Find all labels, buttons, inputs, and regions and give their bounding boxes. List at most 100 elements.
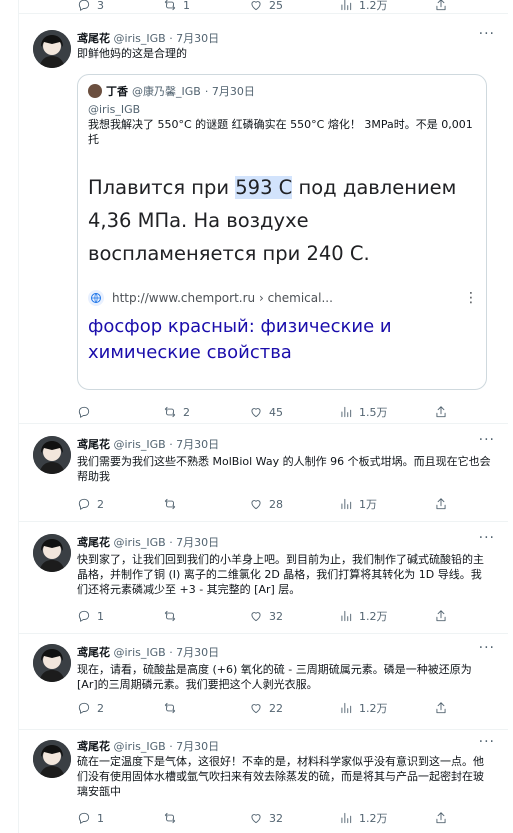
avatar[interactable] [33, 534, 71, 572]
quote-display-name: 丁香 [106, 85, 128, 98]
handle[interactable]: @iris_IGB [114, 536, 166, 549]
like-button[interactable]: 32 [249, 811, 339, 825]
more-icon[interactable]: ··· [479, 432, 495, 448]
action-bar: 2 22 1.2万 [77, 698, 492, 718]
snippet-highlight: 593 С [235, 176, 293, 199]
retweet-button[interactable] [163, 811, 249, 825]
like-button[interactable]: 28 [249, 497, 339, 511]
timestamp[interactable]: · 7月30日 [169, 438, 219, 451]
action-bar: 1 32 1.2万 [77, 808, 492, 828]
tweet-text: 即鲜他妈的这是合理的 [77, 47, 187, 60]
retweet-button[interactable]: 2 [163, 405, 249, 419]
tweet-text: 我们需要为我们这些不熟悉 MolBiol Way 的人制作 96 个板式坩埚。而… [77, 455, 491, 483]
views-button[interactable]: 1.2万 [339, 700, 434, 716]
timestamp[interactable]: · 7月30日 [169, 32, 219, 45]
like-count: 45 [269, 405, 283, 419]
reply-count: 1 [97, 811, 104, 825]
avatar[interactable] [33, 30, 71, 68]
timestamp[interactable]: · 7月30日 [169, 740, 219, 753]
share-button[interactable] [434, 497, 448, 511]
reply-button[interactable]: 2 [77, 497, 163, 511]
quote-tweet[interactable]: 丁香 @康乃馨_IGB · 7月30日 @iris_IGB 我想我解决了 550… [77, 74, 487, 390]
retweet-icon [164, 610, 176, 622]
tweet[interactable]: 鸢尾花 @iris_IGB · 7月30日 ··· 即鲜他妈的这是合理的 丁香 … [19, 14, 508, 424]
tweet[interactable]: 鸢尾花 @iris_IGB · 7月30日 ··· 快到家了，让我们回到我们的小… [19, 522, 508, 634]
share-icon [436, 498, 446, 510]
reply-count: 2 [97, 701, 104, 715]
share-button[interactable] [434, 811, 448, 825]
avatar[interactable] [33, 740, 71, 778]
handle[interactable]: @iris_IGB [114, 646, 166, 659]
retweet-button[interactable] [163, 701, 249, 715]
reply-icon [78, 702, 90, 714]
reply-icon [78, 812, 90, 824]
share-icon [436, 702, 446, 714]
reply-button[interactable]: 2 [77, 701, 163, 715]
quote-body: 我想我解决了 550°C 的谜题 红磷确实在 550°C 熔化！ 3MPa时。不… [88, 118, 473, 146]
reply-count: 2 [97, 497, 104, 511]
views-button[interactable]: 1.2万 [339, 608, 434, 624]
reply-button[interactable]: 1 [77, 609, 163, 623]
handle[interactable]: @iris_IGB [114, 32, 166, 45]
reply-count: 3 [97, 0, 104, 12]
retweet-button[interactable]: 1 [163, 0, 249, 12]
avatar-image [33, 644, 71, 682]
share-button[interactable] [434, 405, 448, 419]
display-name[interactable]: 鸢尾花 [77, 646, 110, 659]
views-button[interactable]: 1.2万 [339, 0, 434, 13]
more-icon[interactable]: ··· [479, 530, 495, 546]
display-name[interactable]: 鸢尾花 [77, 536, 110, 549]
more-icon[interactable]: ··· [479, 640, 495, 656]
reply-button[interactable]: 3 [77, 0, 163, 12]
share-button[interactable] [434, 609, 448, 623]
reply-count: 1 [97, 609, 104, 623]
globe-icon [88, 290, 104, 306]
tweet[interactable]: 鸢尾花 @iris_IGB · 7月30日 ··· 我们需要为我们这些不熟悉 M… [19, 424, 508, 522]
reply-icon [78, 610, 90, 622]
more-icon[interactable]: ··· [479, 734, 495, 750]
tweet[interactable]: 鸢尾花 @iris_IGB · 7月30日 ··· 现在，请看，硫酸盐是高度 (… [19, 634, 508, 730]
share-icon [436, 610, 446, 622]
share-button[interactable] [434, 0, 448, 12]
views-button[interactable]: 1.2万 [339, 810, 434, 826]
share-icon [436, 812, 446, 824]
retweet-button[interactable] [163, 497, 249, 511]
views-button[interactable]: 1万 [339, 496, 434, 512]
like-button[interactable]: 22 [249, 701, 339, 715]
display-name[interactable]: 鸢尾花 [77, 438, 110, 451]
like-count: 22 [269, 701, 283, 715]
views-button[interactable]: 1.5万 [339, 404, 434, 420]
kebab-icon: ⋮ [464, 290, 478, 306]
more-icon[interactable]: ··· [479, 26, 495, 42]
timestamp[interactable]: · 7月30日 [169, 536, 219, 549]
heart-icon [251, 704, 261, 714]
heart-icon [251, 1, 261, 11]
views-count: 1.2万 [359, 610, 388, 623]
timestamp[interactable]: · 7月30日 [169, 646, 219, 659]
handle[interactable]: @iris_IGB [114, 438, 166, 451]
tweet-header: 鸢尾花 @iris_IGB · 7月30日 [77, 534, 219, 550]
handle[interactable]: @iris_IGB [114, 740, 166, 753]
views-count: 1万 [359, 498, 377, 511]
avatar[interactable] [33, 644, 71, 682]
retweet-icon [164, 812, 176, 824]
timeline: 3 1 25 1.2万 鸢尾花 @iris_IGB · 7月30日 ··· 即鲜… [18, 0, 508, 833]
retweet-button[interactable] [163, 609, 249, 623]
quote-timestamp: · 7月30日 [204, 85, 255, 98]
reply-button[interactable]: 1 [77, 811, 163, 825]
reply-button[interactable] [77, 405, 163, 419]
share-button[interactable] [434, 701, 448, 715]
like-count: 32 [269, 609, 283, 623]
like-button[interactable]: 25 [249, 0, 339, 12]
like-button[interactable]: 45 [249, 405, 339, 419]
tweet-text: 快到家了，让我们回到我们的小羊身上吧。到目前为止，我们制作了碱式硫酸铅的主晶格，… [77, 553, 484, 596]
like-button[interactable]: 32 [249, 609, 339, 623]
tweet-header: 鸢尾花 @iris_IGB · 7月30日 [77, 738, 219, 754]
avatar[interactable] [33, 436, 71, 474]
display-name[interactable]: 鸢尾花 [77, 740, 110, 753]
views-count: 1.2万 [359, 702, 388, 715]
tweet[interactable]: 鸢尾花 @iris_IGB · 7月30日 ··· 硫在一定温度下是气体，这很好… [19, 730, 508, 833]
action-bar: 2 45 1.5万 [77, 402, 492, 422]
display-name[interactable]: 鸢尾花 [77, 32, 110, 45]
views-icon [341, 610, 352, 622]
